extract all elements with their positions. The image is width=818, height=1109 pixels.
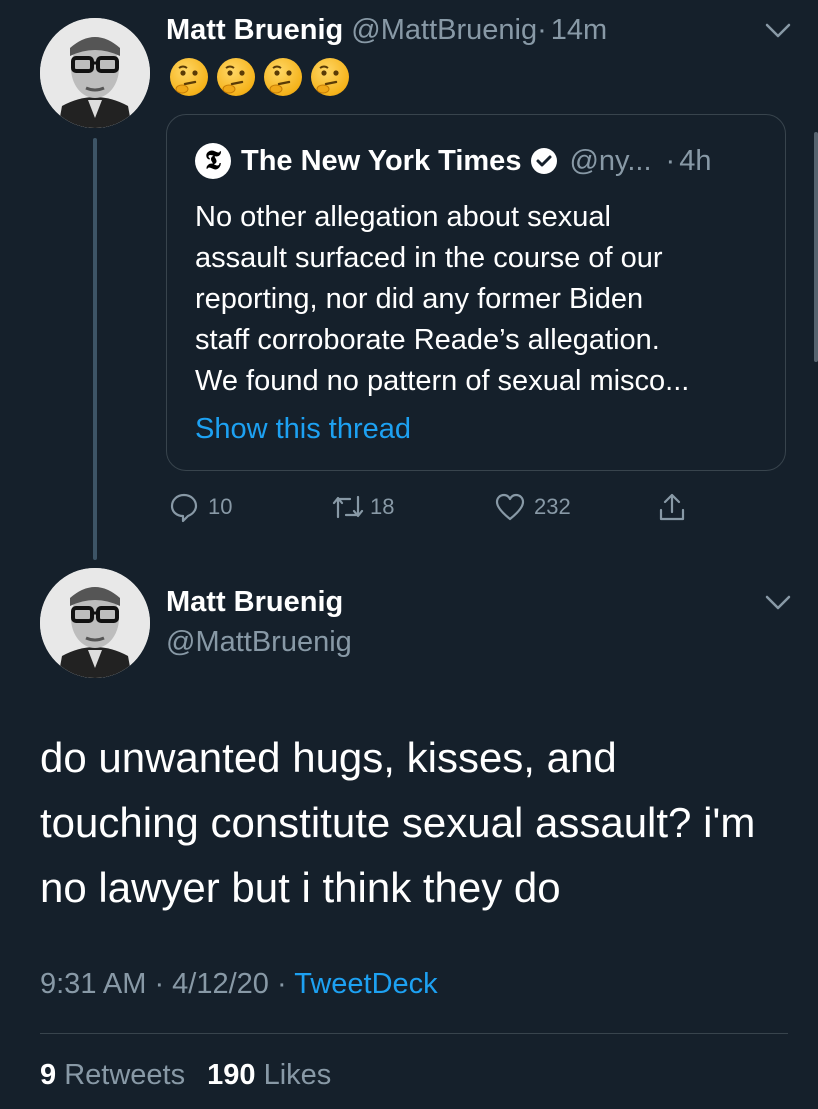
tweet-stats: 9 Retweets 190 Likes xyxy=(40,1059,331,1092)
retweet-count: 18 xyxy=(370,494,395,519)
author-name[interactable]: Matt Bruenig xyxy=(166,14,343,46)
tweet-timestamp-row: 9:31 AM · 4/12/20 · TweetDeck xyxy=(40,968,438,1001)
likes-label: Likes xyxy=(263,1059,332,1091)
author-handle[interactable]: @MattBruenig xyxy=(166,626,352,659)
more-options-button[interactable] xyxy=(764,22,792,45)
thinking-face-icon xyxy=(264,58,302,96)
emoji-row xyxy=(170,58,358,96)
reply-icon xyxy=(170,493,198,523)
thinking-face-icon xyxy=(170,58,208,96)
share-button[interactable] xyxy=(656,491,688,523)
tweet-text-line: do unwanted hugs, kisses, and xyxy=(40,734,617,781)
thinking-face-icon xyxy=(311,58,349,96)
avatar[interactable] xyxy=(40,568,150,678)
quoted-tweet-text: No other allegation about sexual assault… xyxy=(195,197,775,402)
retweet-button[interactable]: 18 xyxy=(330,491,394,523)
thinking-face-icon xyxy=(217,58,255,96)
reply-count: 10 xyxy=(208,494,233,519)
quoted-tweet-time: 4h xyxy=(679,144,712,177)
like-count: 232 xyxy=(534,494,571,519)
chevron-down-icon xyxy=(765,23,791,38)
like-button[interactable]: 232 xyxy=(494,491,571,523)
share-icon xyxy=(659,493,685,521)
author-handle[interactable]: @MattBruenig xyxy=(351,14,537,46)
avatar-portrait-image xyxy=(40,568,150,678)
retweet-total: 9 xyxy=(40,1059,57,1091)
tweet-text-line: no lawyer but i think they do xyxy=(40,864,561,911)
retweets-stat[interactable]: 9 Retweets xyxy=(40,1059,185,1091)
tweet-header: Matt Bruenig @MattBruenig· 14m xyxy=(166,14,607,47)
thread-connector-line xyxy=(93,138,97,560)
scrollbar[interactable] xyxy=(814,132,818,362)
avatar-portrait-image xyxy=(40,18,150,128)
chevron-down-icon xyxy=(765,595,791,610)
tweet-text: do unwanted hugs, kisses, and touching c… xyxy=(40,725,800,920)
quoted-text-line: We found no pattern of sexual misco... xyxy=(195,365,690,397)
reply-button[interactable]: 10 xyxy=(168,491,232,523)
quoted-author-name: The New York Times xyxy=(241,144,522,177)
author-name[interactable]: Matt Bruenig xyxy=(166,586,343,619)
divider xyxy=(40,1033,788,1034)
tweet-text-line: touching constitute sexual assault? i'm xyxy=(40,799,756,846)
more-options-button[interactable] xyxy=(764,594,792,617)
quoted-text-line: reporting, nor did any former Biden xyxy=(195,283,644,315)
separator-dot: · xyxy=(537,14,547,46)
like-total: 190 xyxy=(207,1059,256,1091)
quoted-author-handle: @ny... xyxy=(569,144,652,177)
quoted-text-line: staff corroborate Reade’s allegation. xyxy=(195,324,660,356)
avatar[interactable] xyxy=(40,18,150,128)
show-thread-link[interactable]: Show this thread xyxy=(195,413,411,446)
separator-dot: · xyxy=(665,144,676,177)
quoted-tweet-card[interactable]: 𝕿 The New York Times @ny... · 4h No othe… xyxy=(166,114,786,471)
nyt-logo-icon: 𝕿 xyxy=(195,143,231,179)
tweet-source-link[interactable]: TweetDeck xyxy=(294,968,437,1000)
likes-stat[interactable]: 190 Likes xyxy=(207,1059,331,1091)
tweet-time[interactable]: 14m xyxy=(551,14,607,46)
retweets-label: Retweets xyxy=(64,1059,186,1091)
heart-icon xyxy=(495,493,525,521)
tweet-timestamp: 9:31 AM · 4/12/20 · xyxy=(40,968,287,1000)
verified-badge-icon xyxy=(531,148,558,174)
retweet-icon xyxy=(332,495,364,519)
quoted-tweet-header: 𝕿 The New York Times @ny... · 4h xyxy=(195,143,711,179)
quoted-text-line: assault surfaced in the course of our xyxy=(195,242,663,274)
quoted-text-line: No other allegation about sexual xyxy=(195,201,611,233)
